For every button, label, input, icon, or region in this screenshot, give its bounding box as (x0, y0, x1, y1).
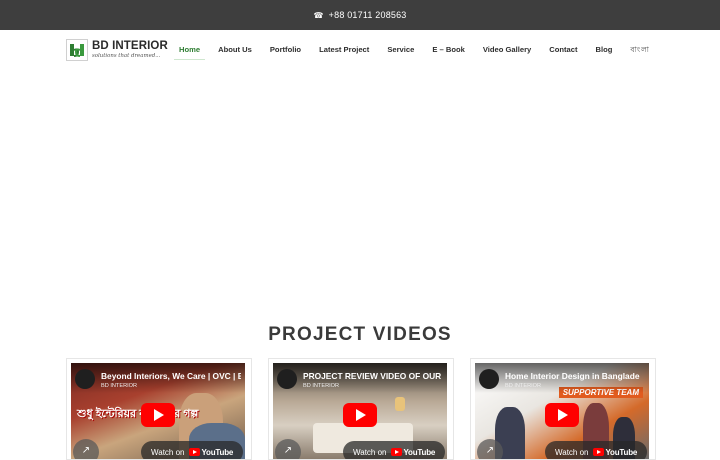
video-channel: BD INTERIOR (101, 383, 138, 389)
youtube-label: YouTube (605, 447, 638, 457)
youtube-label: YouTube (201, 447, 234, 457)
watch-on-youtube-button[interactable]: Watch on YouTube (141, 441, 243, 459)
logo-tagline: solutions that dreamed... (92, 52, 161, 59)
video-card: SUPPORTIVE TEAM Home Interior Design in … (470, 358, 656, 460)
share-icon[interactable]: ↗ (73, 439, 99, 459)
play-button-icon[interactable] (141, 403, 175, 427)
nav-service[interactable]: Service (378, 30, 423, 70)
section-title: PROJECT VIDEOS (268, 324, 452, 345)
channel-avatar[interactable] (277, 369, 297, 389)
nav-language-switch[interactable]: বাংলা (621, 30, 659, 70)
site-logo[interactable]: BD INTERIOR solutions that dreamed... (66, 38, 170, 62)
nav-portfolio[interactable]: Portfolio (261, 30, 310, 70)
youtube-icon (390, 448, 402, 456)
logo-name: BD INTERIOR (92, 40, 168, 53)
bd-logo-mark-icon (66, 39, 88, 61)
watch-on-label: Watch on (555, 447, 589, 457)
nav-video-gallery[interactable]: Video Gallery (474, 30, 540, 70)
watch-on-label: Watch on (151, 447, 185, 457)
share-icon[interactable]: ↗ (477, 439, 503, 459)
top-contact-bar: ☎ +88 01711 208563 (0, 0, 720, 30)
play-button-icon[interactable] (545, 403, 579, 427)
channel-avatar[interactable] (75, 369, 95, 389)
video-title[interactable]: Beyond Interiors, We Care | OVC | B (101, 371, 241, 381)
video-card: শুধু ইন্টেরিয়র নয় যত্নের গল্প Beyond I… (66, 358, 252, 460)
main-menu: Home About Us Portfolio Latest Project S… (170, 30, 659, 70)
video-embed[interactable]: শুধু ইন্টেরিয়র নয় যত্নের গল্প Beyond I… (71, 363, 245, 459)
video-channel: BD INTERIOR (505, 383, 542, 389)
play-button-icon[interactable] (343, 403, 377, 427)
channel-avatar[interactable] (479, 369, 499, 389)
phone-number[interactable]: +88 01711 208563 (329, 10, 407, 20)
watch-on-youtube-button[interactable]: Watch on YouTube (343, 441, 445, 459)
youtube-icon (188, 448, 200, 456)
video-card: PROJECT REVIEW VIDEO OF OUR BD INTERIOR … (268, 358, 454, 460)
video-channel: BD INTERIOR (303, 383, 340, 389)
video-embed[interactable]: PROJECT REVIEW VIDEO OF OUR BD INTERIOR … (273, 363, 447, 459)
watch-on-label: Watch on (353, 447, 387, 457)
nav-about-us[interactable]: About Us (209, 30, 261, 70)
nav-ebook[interactable]: E – Book (423, 30, 474, 70)
youtube-icon (592, 448, 604, 456)
nav-latest-project[interactable]: Latest Project (310, 30, 378, 70)
watch-on-youtube-button[interactable]: Watch on YouTube (545, 441, 647, 459)
video-title[interactable]: Home Interior Design in Banglade (505, 371, 645, 381)
video-title[interactable]: PROJECT REVIEW VIDEO OF OUR (303, 371, 443, 381)
video-cards: শুধু ইন্টেরিয়র নয় যত্নের গল্প Beyond I… (66, 358, 656, 460)
share-icon[interactable]: ↗ (275, 439, 301, 459)
nav-blog[interactable]: Blog (587, 30, 622, 70)
thumbnail-lamp (395, 397, 405, 411)
phone-icon: ☎ (313, 10, 324, 20)
main-navbar: BD INTERIOR solutions that dreamed... Ho… (0, 30, 720, 70)
youtube-label: YouTube (403, 447, 436, 457)
nav-home[interactable]: Home (170, 30, 209, 70)
video-embed[interactable]: SUPPORTIVE TEAM Home Interior Design in … (475, 363, 649, 459)
thumbnail-overlay-text: শুধু ইন্টেরিয়র নয় যত্নের গল্প (77, 408, 199, 420)
nav-contact[interactable]: Contact (540, 30, 586, 70)
